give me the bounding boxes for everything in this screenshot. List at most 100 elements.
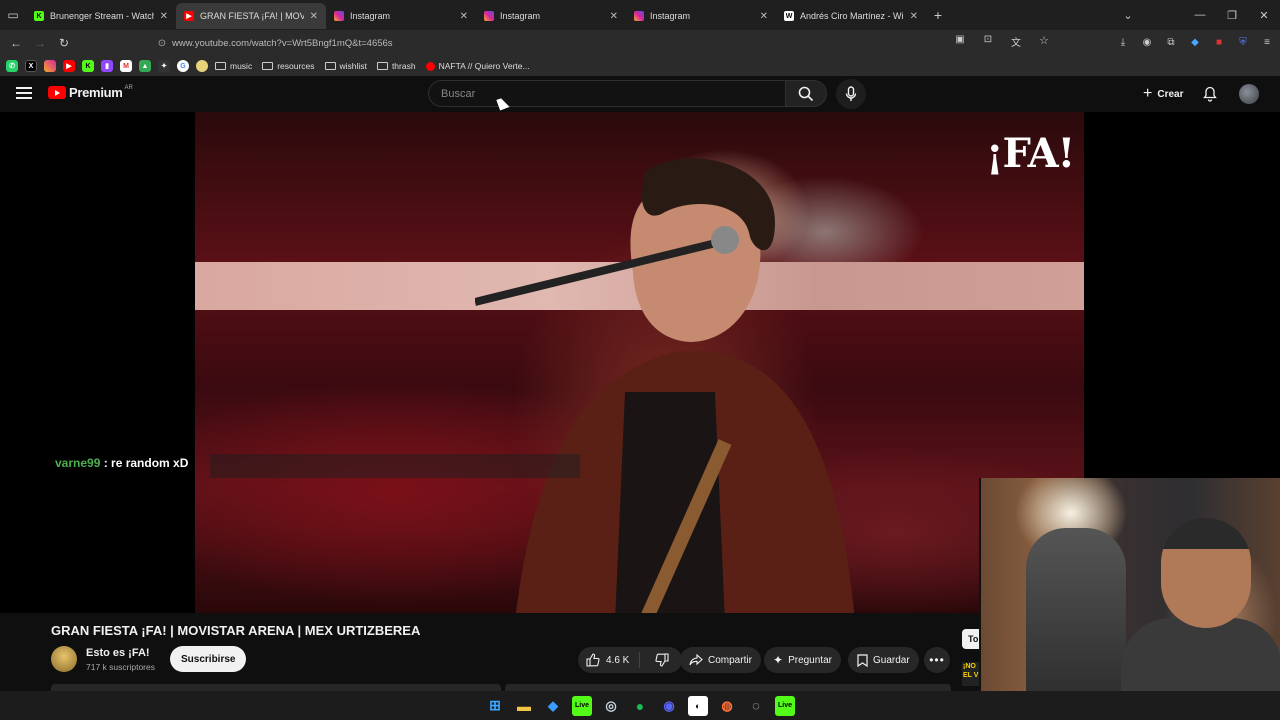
address-bar[interactable]: ⊙ www.youtube.com/watch?v=Wrt5Bngf1mQ&t=… — [152, 33, 1022, 53]
create-button[interactable]: + Crear — [1133, 82, 1193, 106]
tab-list-icon[interactable]: ⌄ — [1112, 9, 1144, 22]
picture-in-picture-icon[interactable]: ▣ — [948, 34, 972, 49]
screenshot-icon[interactable]: ⊡ — [976, 34, 1000, 49]
forward-icon[interactable]: → — [28, 36, 52, 50]
close-tab-icon[interactable]: ✕ — [460, 11, 468, 22]
account-avatar[interactable] — [1239, 84, 1259, 104]
browser-tab[interactable]: Instagram ✕ — [626, 3, 776, 29]
search-input[interactable]: Buscar — [428, 80, 785, 107]
browser-tab[interactable]: Instagram ✕ — [476, 3, 626, 29]
x-icon[interactable]: X — [25, 60, 37, 72]
voice-search-button[interactable] — [836, 79, 866, 109]
recommendation-chip[interactable]: To — [962, 629, 979, 649]
discord-icon[interactable]: ◉ — [659, 696, 679, 716]
more-actions-button[interactable]: ••• — [924, 647, 950, 673]
like-count: 4.6 K — [606, 654, 630, 666]
folder-icon — [376, 62, 388, 70]
save-button[interactable]: Guardar — [848, 647, 919, 673]
twitch-icon[interactable]: ▮ — [101, 60, 113, 72]
tab-title: Brunenger Stream - Watch — [50, 11, 154, 21]
guide-menu-icon[interactable] — [16, 87, 32, 99]
drive-icon[interactable]: ▲ — [139, 60, 151, 72]
extension-shield-icon[interactable]: ⛨ — [1234, 33, 1252, 51]
windows-start-icon[interactable]: ⊞ — [485, 696, 505, 716]
ask-button[interactable]: ✦ Preguntar — [764, 647, 841, 673]
site-info-icon[interactable]: ⊙ — [152, 38, 172, 49]
new-tab-icon[interactable]: + — [926, 7, 950, 23]
live-app-icon-2[interactable]: Live — [775, 695, 795, 716]
close-tab-icon[interactable]: ✕ — [160, 11, 168, 22]
bookmark-nafta[interactable]: NAFTA // Quiero Verte... — [425, 61, 530, 71]
bookmarks-bar: ✆ X ▶ K ▮ M ▲ ✦ G music resources wishli… — [0, 56, 1280, 76]
chat-overlay-bg — [210, 454, 580, 478]
menu-icon[interactable]: ≡ — [1258, 33, 1276, 51]
file-explorer-icon[interactable]: ▬ — [514, 696, 534, 716]
obs-icon[interactable]: ◐ — [688, 695, 708, 716]
subscribe-button[interactable]: Suscribirse — [170, 646, 247, 672]
gmail-icon[interactable]: M — [120, 60, 132, 72]
reload-icon[interactable]: ↻ — [52, 36, 76, 50]
browser-tab[interactable]: K Brunenger Stream - Watch ✕ — [26, 3, 176, 29]
close-tab-icon[interactable]: ✕ — [310, 11, 318, 22]
close-window-icon[interactable]: ✕ — [1248, 9, 1280, 22]
translate-icon[interactable]: 文 — [1004, 34, 1028, 49]
bell-icon — [1203, 86, 1217, 102]
channel-name[interactable]: Esto es ¡FA! — [86, 647, 150, 659]
tab-title: Instagram — [500, 11, 541, 21]
share-arrow-icon — [689, 654, 703, 666]
comments-box[interactable] — [505, 684, 951, 691]
bookmark-folder-wishlist[interactable]: wishlist — [324, 61, 367, 71]
share-button[interactable]: Compartir — [680, 647, 761, 673]
extension-red-icon[interactable]: ■ — [1210, 33, 1228, 51]
dislike-button[interactable] — [645, 653, 679, 667]
bookmark-folder-thrash[interactable]: thrash — [376, 61, 416, 71]
back-icon[interactable]: ← — [4, 36, 28, 50]
close-tab-icon[interactable]: ✕ — [610, 11, 618, 22]
vscode-icon[interactable]: ◆ — [543, 696, 563, 716]
extensions-icon[interactable]: ⧉ — [1162, 33, 1180, 51]
bookmark-star-icon[interactable]: ☆ — [1032, 34, 1056, 49]
video-info: GRAN FIESTA ¡FA! | MOVISTAR ARENA | MEX … — [0, 613, 979, 691]
download-icon[interactable]: ⤓ — [1114, 33, 1132, 51]
tab-overview-icon[interactable]: ▭ — [0, 0, 26, 30]
channel-avatar[interactable] — [51, 646, 77, 672]
chat-overlay-message: varne99 : re random xD — [55, 456, 188, 470]
youtube-premium-logo[interactable]: Premium AR — [48, 85, 133, 100]
close-tab-icon[interactable]: ✕ — [760, 11, 768, 22]
whatsapp-icon[interactable]: ✆ — [6, 60, 18, 72]
browser-tab-active[interactable]: ▶ GRAN FIESTA ¡FA! | MOVISTAR A ✕ — [176, 3, 326, 29]
kick-icon[interactable]: K — [82, 60, 94, 72]
google-icon[interactable]: G — [177, 60, 189, 72]
singer-image — [475, 158, 855, 613]
description-box[interactable] — [51, 684, 501, 691]
more-horizontal-icon: ••• — [929, 653, 945, 667]
video-frame[interactable]: ¡FA! — [195, 112, 1084, 613]
like-button[interactable]: 4.6 K — [578, 652, 641, 668]
close-tab-icon[interactable]: ✕ — [910, 11, 918, 22]
firefox-icon[interactable]: ◍ — [717, 696, 737, 716]
extension-blue-icon[interactable]: ◆ — [1186, 33, 1204, 51]
steam-icon[interactable]: ◎ — [601, 696, 621, 716]
browser-tab[interactable]: W Andrés Ciro Martínez - Wikipedi ✕ — [776, 3, 926, 29]
country-code: AR — [124, 84, 133, 91]
create-label: Crear — [1157, 88, 1184, 100]
instagram-icon[interactable] — [44, 60, 56, 72]
chrome-icon[interactable]: ◌ — [746, 696, 766, 716]
bookmark-folder-resources[interactable]: resources — [262, 61, 315, 71]
extension-bookmark-icon[interactable]: ✦ — [158, 60, 170, 72]
browser-tab[interactable]: Instagram ✕ — [326, 3, 476, 29]
folder-label: thrash — [391, 61, 416, 71]
search-icon — [798, 86, 814, 101]
bookmark-icon[interactable] — [196, 60, 208, 72]
search-button[interactable] — [785, 80, 827, 107]
youtube-icon[interactable]: ▶ — [63, 60, 75, 72]
youtube-logo-icon — [48, 86, 66, 99]
recommendation-thumbnail[interactable]: ¡NO EL V — [962, 662, 979, 686]
minimize-icon[interactable]: — — [1184, 9, 1216, 21]
live-app-icon[interactable]: Live — [572, 695, 592, 716]
bookmark-folder-music[interactable]: music — [215, 61, 252, 71]
notifications-button[interactable] — [1200, 85, 1220, 103]
account-icon[interactable]: ◉ — [1138, 33, 1156, 51]
restore-icon[interactable]: ❐ — [1216, 9, 1248, 22]
spotify-icon[interactable]: ● — [630, 696, 650, 716]
